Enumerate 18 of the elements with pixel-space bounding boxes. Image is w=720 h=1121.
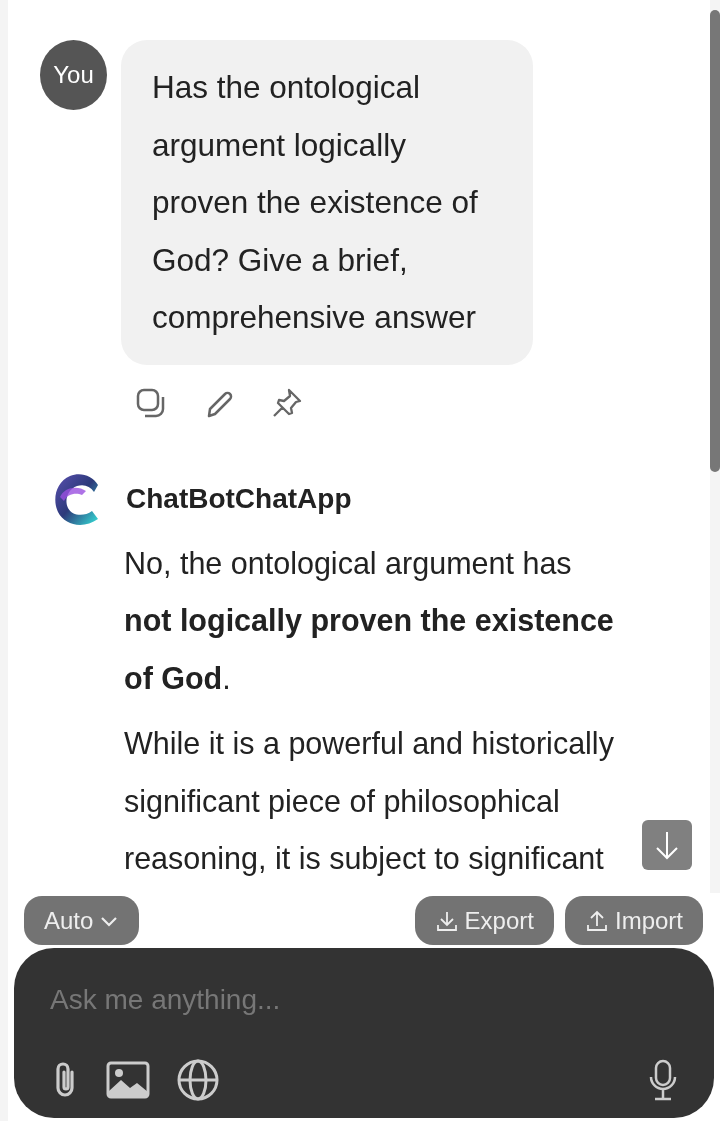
microphone-icon[interactable]	[648, 1059, 678, 1101]
upload-icon	[585, 908, 609, 933]
scroll-down-button[interactable]	[642, 820, 692, 870]
export-button[interactable]: Export	[414, 896, 554, 945]
import-button[interactable]: Import	[565, 896, 703, 945]
message-bubble: Has the ontological argument logically proven the existence of God? Give a brief, comprehensive answer	[121, 40, 533, 365]
assistant-name: ChatBotChatApp	[126, 482, 352, 515]
scrollbar-thumb[interactable]	[710, 10, 720, 472]
response-paragraph: While it is a powerful and historically significant piece of philosophical reasoning, it is subject to significant	[124, 725, 615, 878]
copy-icon[interactable]	[135, 386, 167, 419]
arrow-down-icon	[654, 830, 680, 860]
pin-icon[interactable]	[271, 386, 303, 419]
message-input[interactable]: Ask me anything...	[50, 982, 678, 1018]
user-avatar: You	[40, 40, 107, 110]
globe-icon[interactable]	[176, 1058, 220, 1102]
mode-dropdown[interactable]: Auto	[24, 896, 140, 945]
response-paragraph: No, the ontological argument has not logically proven the existence of God.	[124, 544, 615, 697]
image-icon[interactable]	[106, 1061, 150, 1099]
